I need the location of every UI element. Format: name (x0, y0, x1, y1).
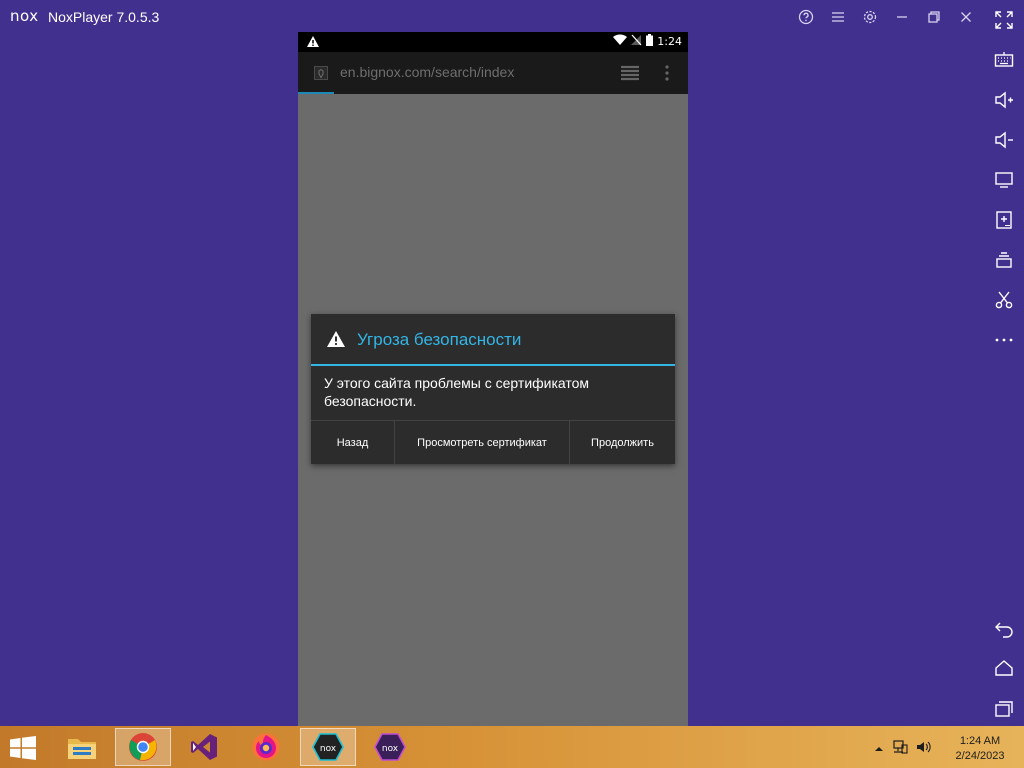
nox-sidebar (984, 0, 1024, 726)
nox-multi-instance-icon[interactable]: nox (362, 728, 418, 766)
dialog-message: У этого сайта проблемы с сертификатом бе… (324, 375, 590, 409)
status-time: 1:24 (657, 35, 682, 48)
tabs-icon[interactable] (620, 65, 640, 86)
security-warning-dialog: Угроза безопасности У этого сайта пробле… (311, 314, 675, 465)
back-button[interactable]: Назад (311, 421, 395, 465)
firefox-icon[interactable] (238, 728, 294, 766)
warning-icon (326, 330, 346, 353)
android-status-bar: 1:24 (298, 32, 688, 52)
volume-up-icon[interactable] (992, 88, 1016, 112)
screen-icon[interactable] (992, 168, 1016, 192)
recent-apps-icon[interactable] (992, 696, 1016, 720)
window-controls (790, 6, 982, 28)
svg-text:nox: nox (320, 744, 337, 754)
chrome-icon[interactable] (115, 728, 171, 766)
title-bar: nox NoxPlayer 7.0.5.3 (0, 0, 1024, 32)
back-icon[interactable] (992, 616, 1016, 640)
view-certificate-button[interactable]: Просмотреть сертификат (395, 421, 570, 465)
site-security-icon[interactable] (314, 66, 328, 80)
overflow-menu-icon[interactable] (664, 64, 670, 87)
dialog-buttons: Назад Просмотреть сертификат Продолжить (311, 420, 675, 465)
wifi-icon (613, 34, 628, 49)
restore-icon[interactable] (918, 6, 950, 28)
visual-studio-icon[interactable] (176, 728, 232, 766)
dialog-header: Угроза безопасности (311, 314, 675, 366)
file-explorer-icon[interactable] (54, 728, 110, 766)
fullscreen-icon[interactable] (992, 8, 1016, 32)
svg-text:nox: nox (382, 744, 399, 754)
dialog-title: Угроза безопасности (357, 330, 522, 349)
add-apk-icon[interactable] (992, 208, 1016, 232)
noxplayer-icon[interactable]: nox (300, 728, 356, 766)
battery-icon (646, 34, 654, 49)
minimize-icon[interactable] (886, 6, 918, 28)
volume-down-icon[interactable] (992, 128, 1016, 152)
menu-icon[interactable] (822, 6, 854, 28)
status-icons: 1:24 (613, 34, 682, 49)
speaker-icon[interactable] (916, 740, 932, 759)
windows-taskbar: nox nox 1:24 AM 2/24/2023 (0, 726, 1024, 768)
close-icon[interactable] (950, 6, 982, 28)
clock-time: 1:24 AM (959, 735, 1001, 747)
window-title: NoxPlayer 7.0.5.3 (48, 9, 160, 25)
browser-url-bar: en.bignox.com/search/index (298, 52, 688, 94)
warning-notification-icon (306, 35, 320, 53)
no-signal-icon (631, 34, 642, 49)
multi-instance-icon[interactable] (992, 248, 1016, 272)
url-input[interactable]: en.bignox.com/search/index (340, 64, 514, 80)
settings-icon[interactable] (854, 6, 886, 28)
network-icon[interactable] (892, 740, 908, 759)
nox-logo: nox (10, 7, 39, 25)
windows-start-icon[interactable] (10, 736, 36, 765)
help-icon[interactable] (790, 6, 822, 28)
system-tray (874, 740, 932, 759)
taskbar-clock[interactable]: 1:24 AM 2/24/2023 (948, 734, 1012, 764)
screenshot-scissors-icon[interactable] (992, 288, 1016, 312)
clock-date: 2/24/2023 (955, 750, 1005, 762)
android-screen: 1:24 en.bignox.com/search/index Угроза б… (298, 32, 688, 726)
more-icon[interactable] (992, 328, 1016, 352)
show-hidden-icons-icon[interactable] (874, 741, 884, 759)
continue-button[interactable]: Продолжить (570, 421, 675, 465)
home-icon[interactable] (992, 656, 1016, 680)
page-load-progress (298, 92, 334, 94)
keyboard-icon[interactable] (992, 48, 1016, 72)
